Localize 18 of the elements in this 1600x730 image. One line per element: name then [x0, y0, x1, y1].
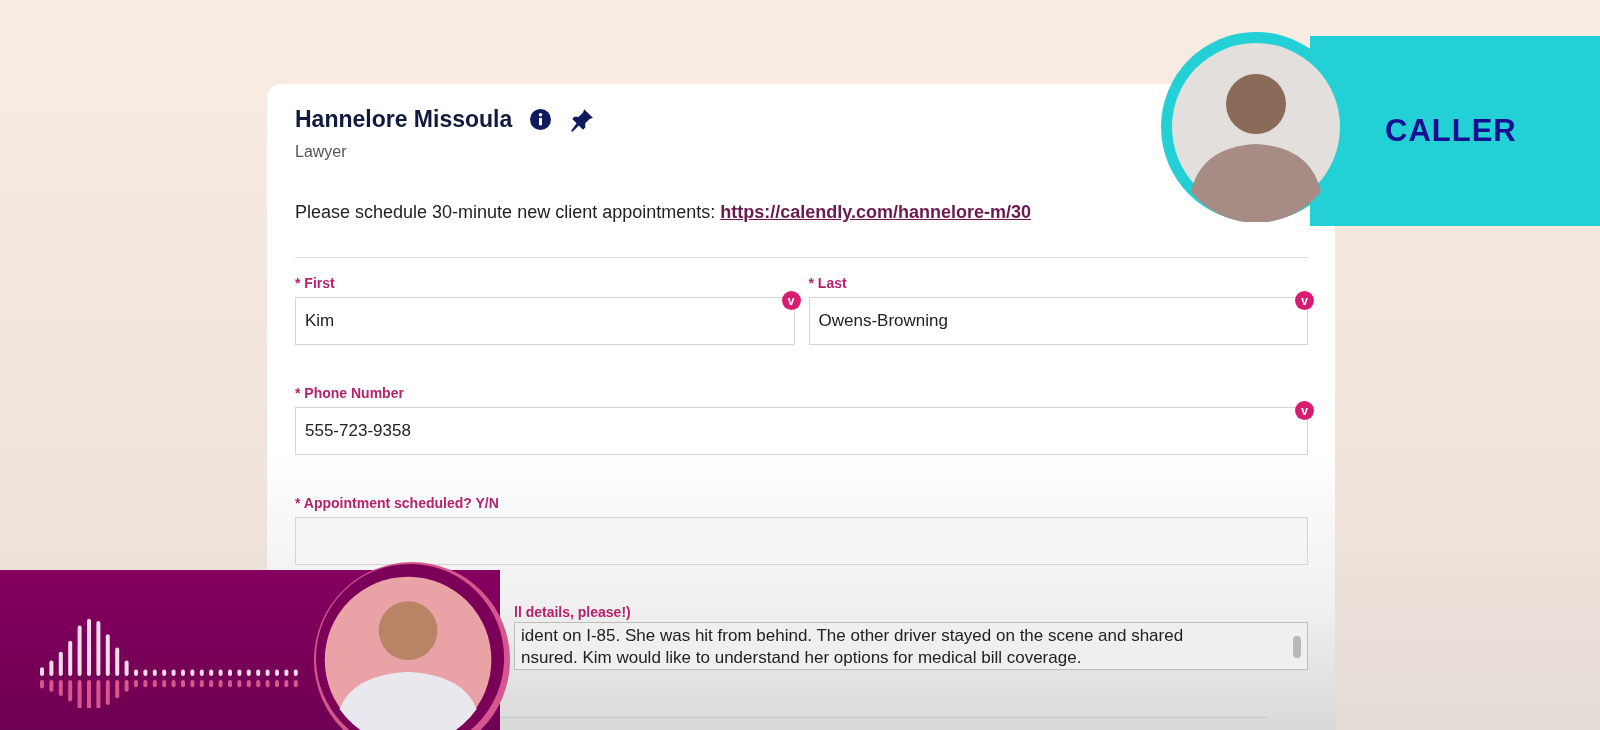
scrollbar-thumb[interactable] — [1293, 636, 1301, 658]
field-label: * Last — [808, 275, 847, 291]
notes-textarea[interactable]: ident on I-85. She was hit from behind. The other driver stayed on the scene and shared nsured. Kim would like to understand her options for medical bill coverage. — [514, 622, 1308, 670]
input-field[interactable] — [295, 517, 1308, 565]
field-label: * First — [295, 275, 335, 291]
field-label: * Appointment scheduled? Y/N — [295, 495, 499, 511]
notes-text: nsured. Kim would like to understand her options for medical bill coverage. — [521, 647, 1083, 669]
pin-icon[interactable] — [569, 106, 596, 133]
notes-text: ident on I-85. She was hit from behind. The other driver stayed on the scene and shared — [521, 625, 1185, 647]
verified-badge: v — [1295, 291, 1314, 310]
field-label: ll details, please!) — [514, 604, 631, 620]
caller-label: CALLER — [1385, 113, 1517, 149]
verified-badge: v — [1295, 401, 1314, 420]
calendar-link[interactable]: https://calendly.com/hannelore-m/30 — [720, 202, 1031, 222]
contact-name: Hannelore Missoula — [295, 106, 513, 133]
field-label: * Phone Number — [295, 385, 404, 401]
info-icon[interactable] — [530, 109, 552, 130]
contact-role: Lawyer — [295, 143, 348, 161]
